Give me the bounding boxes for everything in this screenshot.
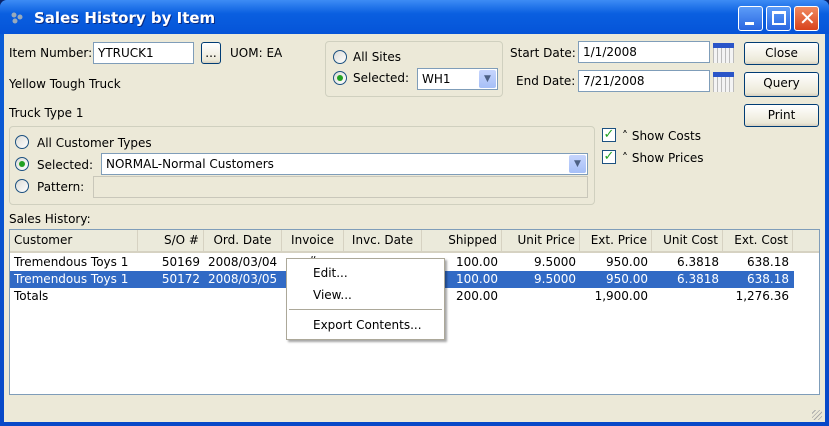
selected-site-label: Selected:	[353, 71, 410, 85]
table-cell: 50172	[161, 272, 200, 286]
table-cell: 2008/03/04	[208, 255, 278, 269]
context-menu: Edit... View... Export Contents...	[286, 258, 445, 340]
table-cell: 9.5000	[534, 272, 576, 286]
selected-customer-type-label: Selected:	[37, 158, 94, 172]
column-header[interactable]: Ext. Price	[580, 230, 652, 251]
client-area: Item Number: YTRUCK1 ... UOM: EA Yellow …	[4, 34, 825, 422]
column-header[interactable]: Invoice #	[282, 230, 344, 268]
all-sites-label: All Sites	[353, 50, 401, 64]
show-prices-label: ˄ Show Prices	[622, 151, 704, 165]
table-cell: Totals	[14, 289, 49, 303]
calendar-icon[interactable]	[713, 72, 734, 92]
resize-grip[interactable]	[812, 410, 822, 420]
calendar-icon[interactable]	[713, 43, 734, 63]
end-date-input[interactable]: 7/21/2008	[578, 70, 710, 92]
column-header[interactable]: Ord. Date	[204, 230, 282, 251]
table-cell: 1,900.00	[594, 289, 648, 303]
window: Sales History by Item ✕ Item Number: YTR…	[0, 0, 829, 426]
table-cell: 6.3818	[677, 255, 719, 269]
start-date-label: Start Date:	[510, 46, 576, 60]
item-number-label: Item Number:	[9, 46, 93, 60]
query-button[interactable]: Query	[744, 72, 819, 97]
item-number-input[interactable]: YTRUCK1	[93, 42, 194, 64]
all-customer-types-label: All Customer Types	[37, 136, 152, 150]
show-costs-checkbox[interactable]: ✓	[602, 128, 616, 142]
menu-separator	[289, 309, 442, 310]
table-header: CustomerS/O #Ord. DateInvoice #Invc. Dat…	[10, 230, 819, 268]
customer-type-value: NORMAL-Normal Customers	[106, 157, 274, 171]
end-date-label: End Date:	[516, 74, 576, 88]
uom-label: UOM: EA	[230, 46, 283, 60]
table-cell: 9.5000	[534, 255, 576, 269]
all-customer-types-radio[interactable]	[15, 135, 29, 149]
title-bar: Sales History by Item ✕	[0, 0, 829, 34]
menu-item-export-contents[interactable]: Export Contents...	[313, 318, 422, 332]
selected-customer-type-radio[interactable]	[15, 157, 29, 171]
chevron-down-icon: ▼	[569, 155, 586, 173]
table-cell: 2008/03/05	[208, 272, 278, 286]
table-cell: 950.00	[606, 255, 648, 269]
maximize-button[interactable]	[766, 6, 791, 31]
chevron-down-icon: ▼	[479, 70, 496, 88]
menu-item-view[interactable]: View...	[313, 288, 352, 302]
column-header[interactable]: Customer	[10, 230, 138, 251]
customer-type-combo[interactable]: NORMAL-Normal Customers ▼	[101, 153, 588, 175]
item-description-1: Yellow Tough Truck	[9, 77, 121, 91]
site-value: WH1	[422, 72, 451, 86]
selected-site-radio[interactable]	[333, 71, 347, 85]
close-icon: ✕	[799, 6, 816, 30]
sales-history-label: Sales History:	[9, 212, 91, 226]
column-header[interactable]: Shipped	[422, 230, 502, 251]
pattern-radio[interactable]	[15, 179, 29, 193]
show-costs-label: ˄ Show Costs	[622, 129, 701, 143]
window-title: Sales History by Item	[34, 9, 216, 27]
column-header[interactable]: Invc. Date	[344, 230, 422, 251]
table-cell: Tremendous Toys 1	[14, 272, 129, 286]
show-prices-checkbox[interactable]: ✓	[602, 150, 616, 164]
table-cell: 6.3818	[677, 272, 719, 286]
close-window-button[interactable]: ✕	[794, 6, 819, 31]
table-cell: 950.00	[606, 272, 648, 286]
all-sites-radio[interactable]	[333, 50, 347, 64]
table-cell: 638.18	[747, 255, 789, 269]
app-icon	[11, 12, 23, 24]
start-date-input[interactable]: 1/1/2008	[578, 41, 710, 63]
column-header[interactable]: Ext. Cost	[723, 230, 793, 251]
print-button[interactable]: Print	[744, 104, 819, 127]
column-header[interactable]: S/O #	[138, 230, 204, 251]
item-lookup-button[interactable]: ...	[201, 42, 221, 64]
minimize-button[interactable]	[738, 6, 763, 31]
column-header[interactable]: Unit Cost	[652, 230, 723, 251]
column-header[interactable]: Unit Price	[502, 230, 580, 251]
table-cell: Tremendous Toys 1	[14, 255, 129, 269]
close-button[interactable]: Close	[744, 42, 819, 65]
table-cell: 638.18	[747, 272, 789, 286]
pattern-label: Pattern:	[37, 180, 85, 194]
table-cell: 50169	[161, 255, 200, 269]
site-combo[interactable]: WH1 ▼	[417, 68, 498, 90]
table-cell: 1,276.36	[735, 289, 789, 303]
menu-item-edit[interactable]: Edit...	[313, 266, 348, 280]
item-description-2: Truck Type 1	[9, 106, 84, 120]
pattern-input[interactable]	[93, 176, 588, 198]
